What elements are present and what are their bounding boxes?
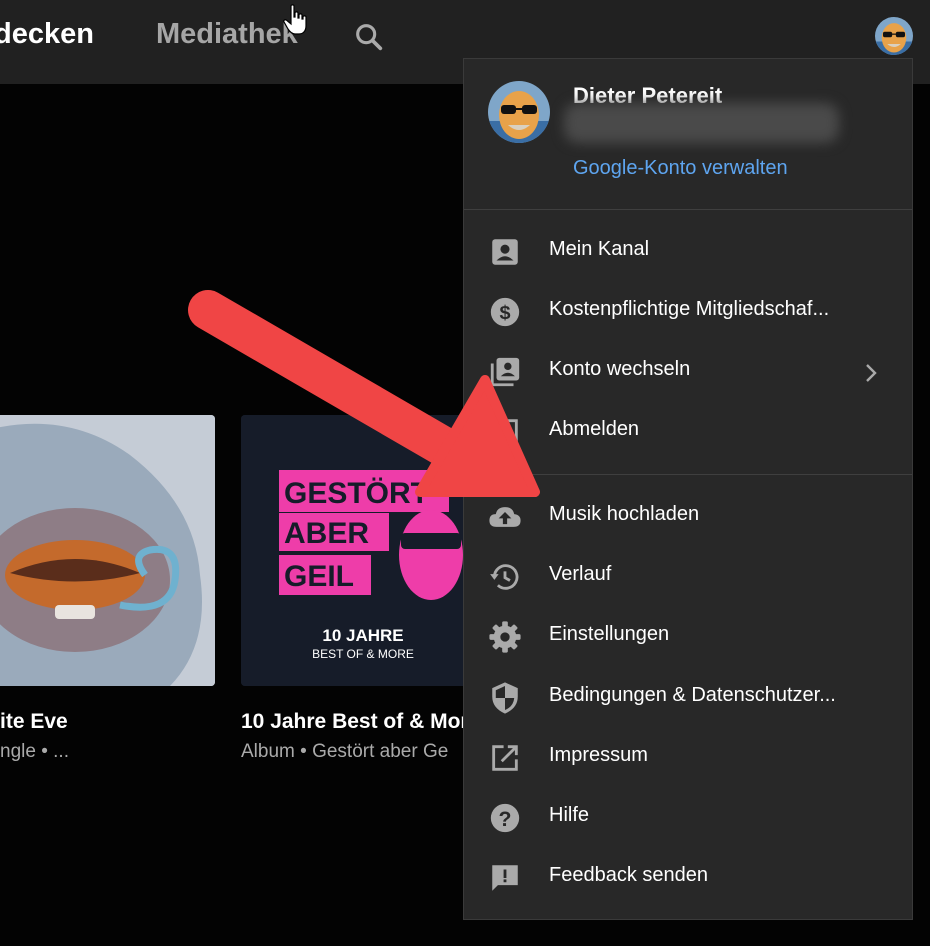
open-external-icon <box>492 745 518 771</box>
tab-explore[interactable]: decken <box>0 18 94 51</box>
art-caption: 10 JAHRE <box>322 626 403 645</box>
switch-account-icon <box>490 357 520 387</box>
menu-item-label: Abmelden <box>549 418 640 440</box>
avatar-image <box>875 17 913 55</box>
svg-text:?: ? <box>499 807 512 831</box>
menu-item-my-channel[interactable]: Mein Kanal <box>464 223 912 279</box>
album-art-lips <box>0 415 215 686</box>
avatar-image <box>488 81 550 143</box>
menu-item-label: Mein Kanal <box>549 238 650 260</box>
card-subtitle: Album • Gestört aber Ge <box>241 741 449 762</box>
card-title[interactable]: ite Eve <box>0 710 68 734</box>
menu-item-label: Impressum <box>549 744 648 766</box>
shield-icon <box>492 682 518 714</box>
divider <box>464 209 912 210</box>
svg-text:$: $ <box>499 302 510 324</box>
card-subtitle: ngle • ... <box>0 741 69 762</box>
menu-item-label: Bedingungen & Datenschutzer... <box>549 684 836 706</box>
divider <box>464 474 912 475</box>
cloud-upload-icon <box>489 507 521 527</box>
help-circle-icon: ? <box>490 803 520 833</box>
menu-item-label: Konto wechseln <box>549 358 691 380</box>
manage-account-link[interactable]: Google-Konto verwalten <box>573 157 788 180</box>
chevron-right-icon <box>866 364 877 382</box>
account-avatar-button[interactable] <box>875 17 913 55</box>
menu-item-label: Verlauf <box>549 563 612 585</box>
menu-item-switch-account[interactable]: Konto wechseln <box>464 343 912 399</box>
menu-item-label: Musik hochladen <box>549 503 700 525</box>
album-card-art[interactable]: GESTÖRT ABER GEIL 10 JAHRE BEST OF & MOR… <box>241 415 486 686</box>
gear-icon <box>489 621 521 653</box>
menu-item-terms-privacy[interactable]: Bedingungen & Datenschutzer... <box>464 669 912 725</box>
art-text-line-2: ABER <box>284 517 369 550</box>
account-header: Dieter Petereit Google-Konto verwalten <box>464 59 912 209</box>
history-icon <box>490 564 519 590</box>
card-title[interactable]: 10 Jahre Best of & More <box>241 710 480 734</box>
user-email-blurred <box>564 103 839 143</box>
tab-library[interactable]: Mediathek <box>156 18 298 51</box>
album-card-art[interactable] <box>0 415 215 686</box>
menu-item-imprint[interactable]: Impressum <box>464 729 912 785</box>
menu-item-sign-out[interactable]: Abmelden <box>464 403 912 459</box>
feedback-icon <box>492 865 518 891</box>
menu-item-label: Feedback senden <box>549 864 709 886</box>
hand-cursor-icon <box>283 4 307 35</box>
art-text-line-1: GESTÖRT <box>284 477 429 510</box>
menu-item-settings[interactable]: Einstellungen <box>464 608 912 664</box>
menu-item-send-feedback[interactable]: Feedback senden <box>464 849 912 905</box>
menu-item-label: Einstellungen <box>549 623 670 645</box>
menu-item-history[interactable]: Verlauf <box>464 548 912 604</box>
menu-item-help[interactable]: ? Hilfe <box>464 789 912 845</box>
menu-item-upload-music[interactable]: Musik hochladen <box>464 488 912 544</box>
art-text-line-3: GEIL <box>284 560 354 593</box>
search-icon[interactable] <box>352 20 386 54</box>
avatar <box>488 81 550 143</box>
menu-item-label: Hilfe <box>549 804 590 826</box>
sign-out-icon <box>490 419 518 445</box>
account-box-icon <box>492 239 518 265</box>
dollar-circle-icon: $ <box>490 297 520 327</box>
menu-item-paid-memberships[interactable]: $ Kostenpflichtige Mitgliedschaf... <box>464 283 912 339</box>
art-subcaption: BEST OF & MORE <box>312 647 414 661</box>
account-menu: Dieter Petereit Google-Konto verwalten M… <box>463 58 913 920</box>
menu-item-label: Kostenpflichtige Mitgliedschaf... <box>549 298 830 320</box>
album-art-gestoert: GESTÖRT ABER GEIL 10 JAHRE BEST OF & MOR… <box>241 415 486 686</box>
